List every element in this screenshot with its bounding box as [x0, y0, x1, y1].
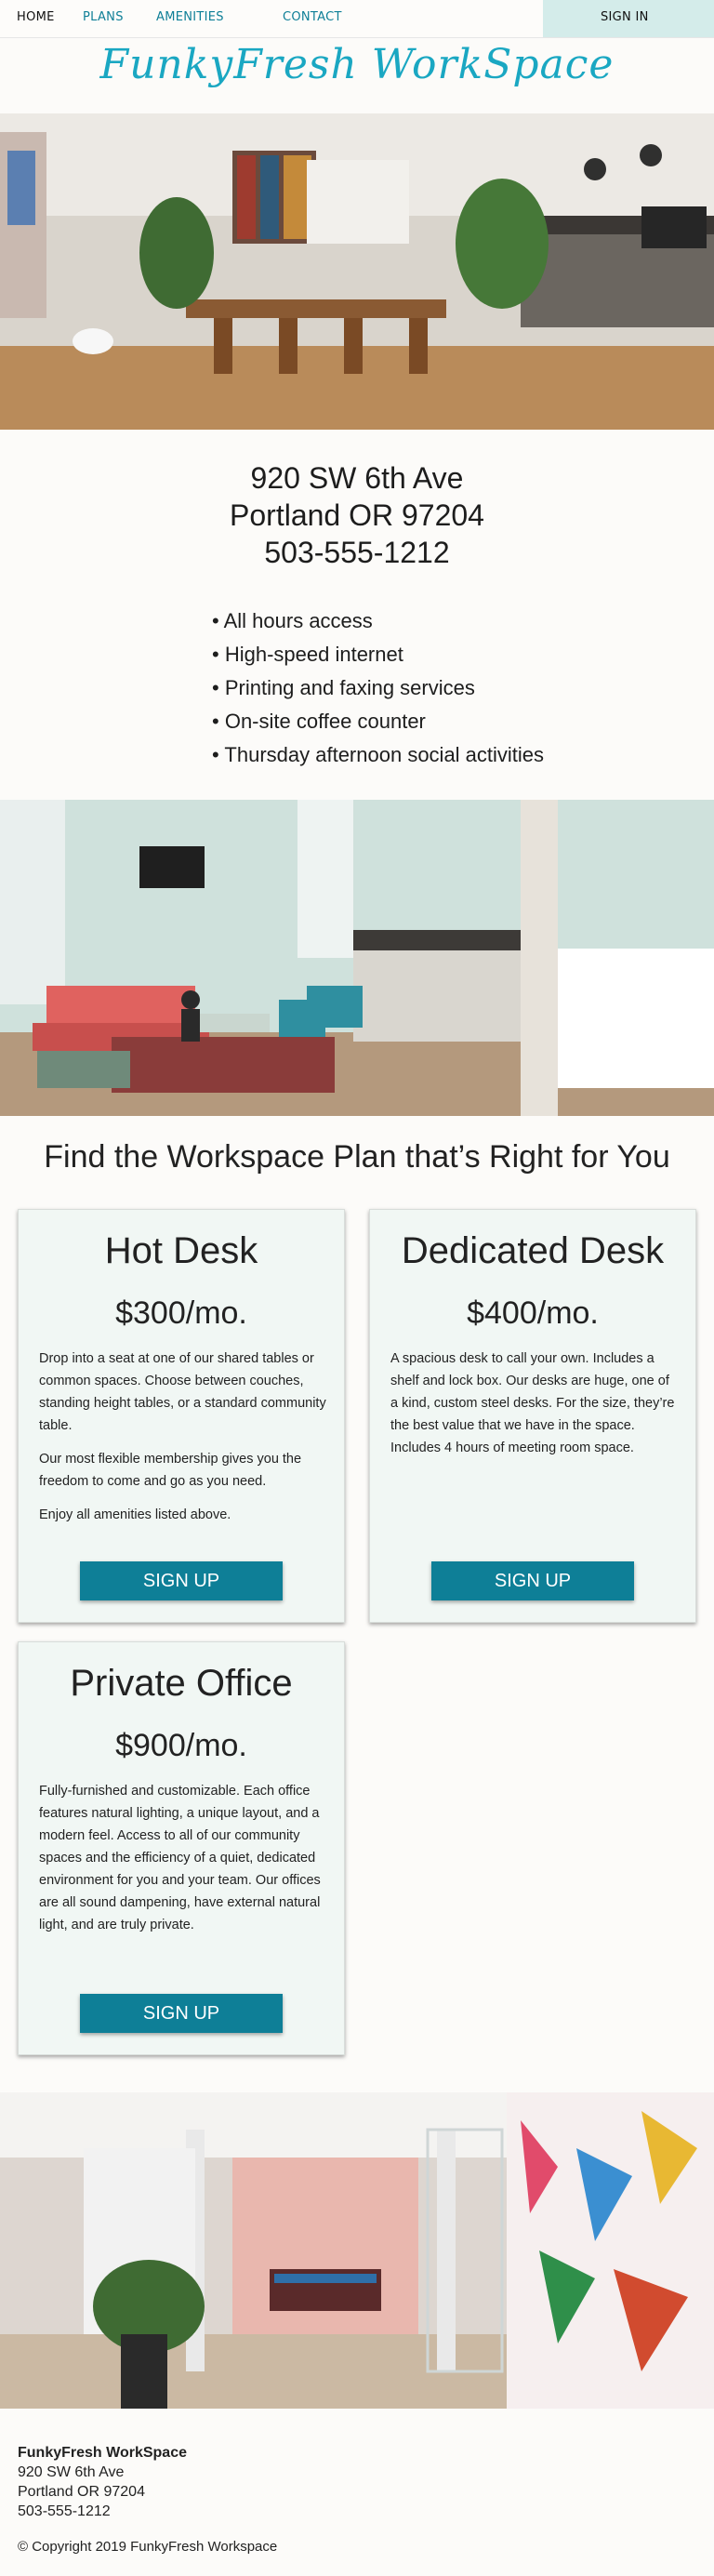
amenity-item: Printing and faxing services	[212, 671, 544, 705]
amenity-item: Thursday afternoon social activities	[212, 738, 544, 772]
plan-card-dedicated-desk: Dedicated Desk $400/mo. A spacious desk …	[369, 1209, 696, 1623]
nav-plans-link[interactable]: PLANS	[83, 10, 124, 24]
plan-paragraph: Drop into a seat at one of our shared ta…	[39, 1351, 326, 1433]
private-office-sign-up-button[interactable]: SIGN UP	[80, 1994, 283, 2033]
footer-contact: FunkyFresh WorkSpace 920 SW 6th Ave Port…	[18, 2443, 187, 2521]
amenity-item: All hours access	[212, 604, 544, 638]
plan-title: Hot Desk	[104, 1230, 258, 1271]
plan-price: $400/mo.	[467, 1295, 599, 1331]
plan-title: Dedicated Desk	[401, 1230, 665, 1271]
plan-description: Fully-furnished and customizable. Each o…	[39, 1780, 327, 1947]
footer-phone: 503-555-1212	[18, 2503, 111, 2519]
footer-street: 920 SW 6th Ave	[18, 2464, 125, 2480]
dedicated-desk-sign-up-button[interactable]: SIGN UP	[431, 1561, 634, 1600]
footer-copyright: © Copyright 2019 FunkyFresh Workspace	[18, 2539, 278, 2555]
address-city: Portland OR 97204	[230, 498, 484, 532]
plan-paragraph: A spacious desk to call your own. Includ…	[390, 1351, 675, 1455]
address-street: 920 SW 6th Ave	[250, 461, 464, 495]
address-block: 920 SW 6th Ave Portland OR 97204 503-555…	[0, 459, 714, 571]
plan-card-private-office: Private Office $900/mo. Fully-furnished …	[18, 1641, 345, 2055]
plan-card-hot-desk: Hot Desk $300/mo. Drop into a seat at on…	[18, 1209, 345, 1623]
hero-photo-workspace	[0, 113, 714, 430]
plan-description: Drop into a seat at one of our shared ta…	[39, 1348, 327, 1537]
plan-paragraph: Enjoy all amenities listed above.	[39, 1507, 231, 1522]
plan-price: $300/mo.	[115, 1295, 247, 1331]
amenity-item: High-speed internet	[212, 638, 544, 671]
plan-price: $900/mo.	[115, 1728, 247, 1763]
amenities-list: All hours access High-speed internet Pri…	[212, 604, 544, 772]
top-nav: HOME PLANS AMENITIES CONTACT SIGN IN	[0, 0, 714, 38]
brand-title: FunkyFresh WorkSpace	[99, 41, 615, 88]
plan-paragraph: Fully-furnished and customizable. Each o…	[39, 1784, 321, 1932]
hot-desk-sign-up-button[interactable]: SIGN UP	[80, 1561, 283, 1600]
nav-amenities-link[interactable]: AMENITIES	[156, 10, 224, 24]
sign-in-area[interactable]: SIGN IN	[543, 0, 714, 37]
nav-home-link[interactable]: HOME	[17, 10, 55, 24]
sign-in-link[interactable]: SIGN IN	[601, 10, 649, 24]
plans-heading: Find the Workspace Plan that’s Right for…	[44, 1139, 670, 1175]
nav-contact-link[interactable]: CONTACT	[283, 10, 342, 24]
office-corridor-photo	[0, 2092, 714, 2409]
plan-paragraph: Our most flexible membership gives you t…	[39, 1452, 302, 1489]
footer-business-name: FunkyFresh WorkSpace	[18, 2445, 187, 2461]
lounge-photo	[0, 800, 714, 1116]
amenity-item: On-site coffee counter	[212, 705, 544, 738]
address-phone: 503-555-1212	[264, 536, 450, 569]
plan-description: A spacious desk to call your own. Includ…	[390, 1348, 679, 1470]
plan-title: Private Office	[70, 1663, 293, 1704]
footer-city: Portland OR 97204	[18, 2484, 145, 2500]
